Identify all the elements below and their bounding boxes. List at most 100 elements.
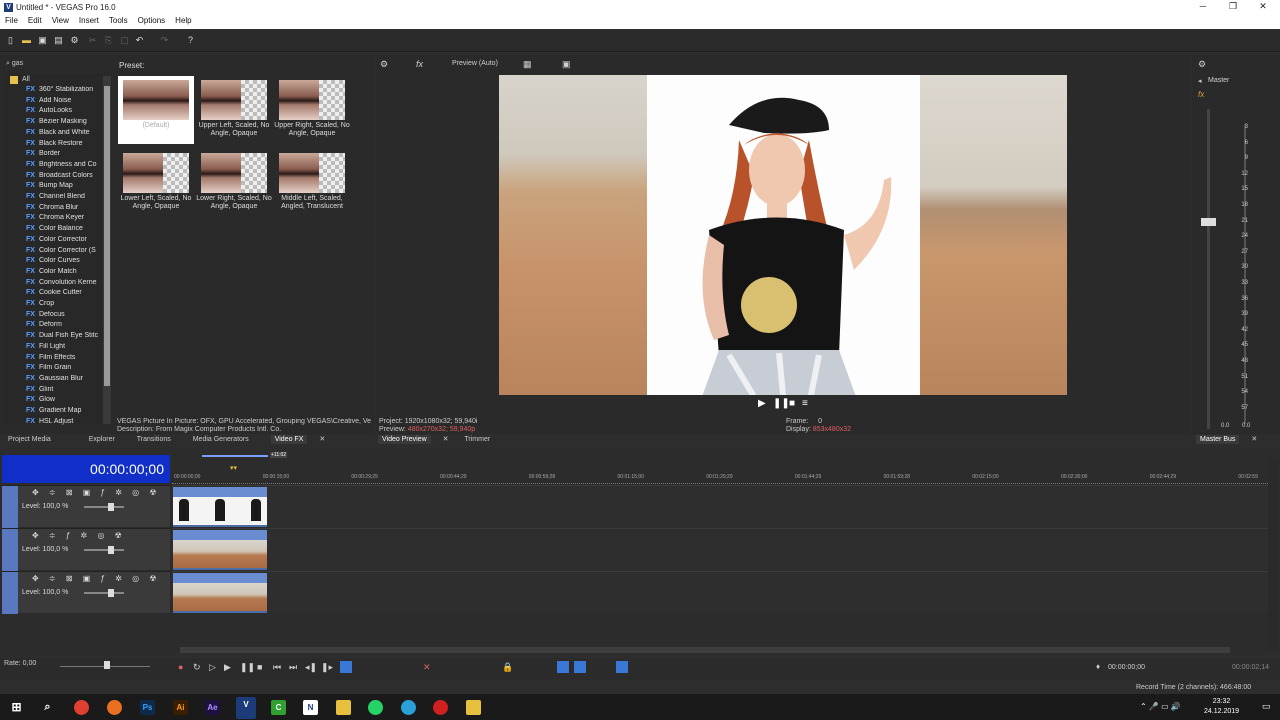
windows-start-icon[interactable]: ⊞ <box>9 700 24 715</box>
clip-header[interactable] <box>173 530 267 540</box>
fx-list-item[interactable]: FX Border <box>26 150 106 160</box>
save-snapshot-icon[interactable]: ▣ <box>562 59 571 70</box>
play-icon[interactable]: ▶ <box>758 398 766 409</box>
redo-icon[interactable]: ↷ <box>160 36 169 45</box>
track-header-3[interactable]: ✥ ≑ ⊠ ▣ ƒ ✲ ◎ ☢ Level: 100,0 % <box>2 571 170 614</box>
fx-list-item[interactable]: FX Defocus <box>26 311 106 321</box>
fx-list-item[interactable]: FX Chroma Keyer <box>26 214 106 224</box>
tab-video-preview[interactable]: Video Preview <box>378 435 431 444</box>
clip-header[interactable] <box>173 487 267 497</box>
preview-settings-icon[interactable]: ⚙ <box>380 59 388 70</box>
telegram-icon[interactable] <box>401 700 416 715</box>
preset-tile[interactable]: Lower Right, Scaled, No Angle, Opaque <box>196 149 272 217</box>
taskbar-clock[interactable]: 23:32 24.12.2019 <box>1204 697 1239 717</box>
fx-list-item[interactable]: FX Black Restore <box>26 140 106 150</box>
snapping-icon[interactable] <box>557 661 569 673</box>
fx-search-input[interactable]: ⌕ gas <box>6 60 106 70</box>
fx-list-item[interactable]: FX Color Corrector <box>26 236 106 246</box>
level-slider[interactable] <box>84 592 124 594</box>
app-green-icon[interactable]: C <box>271 700 286 715</box>
level-slider-knob[interactable] <box>108 589 114 597</box>
app-yellow-icon[interactable] <box>336 700 351 715</box>
save-as-icon[interactable]: ▤ <box>54 36 63 45</box>
video-clip[interactable] <box>173 530 267 570</box>
fx-list-item[interactable]: FX Bézier Masking <box>26 118 106 128</box>
fx-list-item[interactable]: FX Cookie Cutter <box>26 289 106 299</box>
fx-list-item[interactable]: FX Color Balance <box>26 225 106 235</box>
help-cursor-icon[interactable]: ? <box>186 36 195 45</box>
fx-list-item[interactable]: FX Channel Blend <box>26 193 106 203</box>
loop-region-bar[interactable] <box>202 455 268 457</box>
timeline-horizontal-scrollbar[interactable] <box>180 647 1230 653</box>
fx-list-item[interactable]: FX Color Match <box>26 268 106 278</box>
open-folder-icon[interactable]: ▬ <box>22 36 31 45</box>
overlays-grid-icon[interactable]: ▦ <box>523 59 532 70</box>
illustrator-icon[interactable]: Ai <box>173 700 188 715</box>
cut-icon[interactable]: ✂ <box>88 36 97 45</box>
fx-list-item[interactable]: FX Glint <box>26 386 106 396</box>
recorder-icon[interactable] <box>433 700 448 715</box>
copy-icon[interactable]: ⎘ <box>104 36 113 45</box>
track-lane-2[interactable] <box>172 528 1268 570</box>
track-lane-1[interactable] <box>172 485 1268 527</box>
delete-icon[interactable]: ✕ <box>423 662 431 673</box>
fx-list-item[interactable]: FX Bump Map <box>26 182 106 192</box>
master-settings-icon[interactable]: ⚙ <box>1198 59 1206 70</box>
normal-edit-tool-icon[interactable] <box>340 661 352 673</box>
track-header-1[interactable]: ✥ ≑ ⊠ ▣ ƒ ✲ ◎ ☢ Level: 100,0 % <box>2 485 170 528</box>
marker-flag-icon[interactable]: ▾▾ <box>230 464 237 472</box>
loop-icon[interactable]: ↻ <box>193 662 201 673</box>
video-clip[interactable] <box>173 573 267 613</box>
menu-help[interactable]: Help <box>170 15 196 26</box>
fx-list-item[interactable]: FX Gaussian Blur <box>26 375 106 385</box>
level-slider[interactable] <box>84 549 124 551</box>
tab-media-generators[interactable]: Media Generators <box>193 436 249 443</box>
restore-button[interactable]: ❐ <box>1218 1 1248 13</box>
preset-tile[interactable]: Middle Left, Scaled, Angled, Translucent <box>274 149 350 217</box>
fx-list-item[interactable]: FX Glow <box>26 396 106 406</box>
pause-icon[interactable]: ❚❚ <box>773 398 790 409</box>
close-tab-icon[interactable]: ✕ <box>319 436 325 443</box>
fx-list-item[interactable]: FX HSL Adjust <box>26 418 106 428</box>
chrome-icon[interactable] <box>74 700 89 715</box>
timeline-timecode[interactable]: 00:00:00;00 <box>2 455 170 483</box>
lock-icon[interactable]: 🔒 <box>502 662 513 673</box>
undo-icon[interactable]: ↶ <box>135 36 144 45</box>
fx-list-item[interactable]: FX Color Corrector (S <box>26 247 106 257</box>
level-slider-knob[interactable] <box>108 546 114 554</box>
auto-crossfade-icon[interactable] <box>574 661 586 673</box>
level-slider[interactable] <box>84 506 124 508</box>
track-controls-icons[interactable]: ✥ ≑ ⊠ ▣ ƒ ✲ ◎ ☢ <box>32 488 161 497</box>
fx-icon[interactable]: fx <box>416 59 423 69</box>
app-white-icon[interactable]: N <box>303 700 318 715</box>
notifications-icon[interactable]: ▭ <box>1262 701 1272 713</box>
photoshop-icon[interactable]: Ps <box>140 700 155 715</box>
menu-lines-icon[interactable]: ≡ <box>802 398 808 409</box>
firefox-icon[interactable] <box>107 700 122 715</box>
auto-ripple-icon[interactable] <box>616 661 628 673</box>
level-slider-knob[interactable] <box>108 503 114 511</box>
fx-list-item[interactable]: FX Fill Light <box>26 343 106 353</box>
fx-list-item[interactable]: FX Black and White <box>26 129 106 139</box>
fx-list-item[interactable]: FX Convolution Kerne <box>26 279 106 289</box>
record-icon[interactable]: ● <box>178 662 183 672</box>
video-clip[interactable] <box>173 487 267 527</box>
menu-options[interactable]: Options <box>133 15 171 26</box>
preset-tile[interactable]: Lower Left, Scaled, No Angle, Opaque <box>118 149 194 217</box>
search-icon[interactable]: ⌕ <box>40 700 55 715</box>
save-icon[interactable]: ▣ <box>38 36 47 45</box>
track-header-2[interactable]: ✥ ≑ ƒ ✲ ◎ ☢ Level: 100,0 % <box>2 528 170 571</box>
master-fx-icon[interactable]: fx <box>1198 90 1204 99</box>
tree-root-all[interactable]: All <box>22 76 30 83</box>
pause-icon[interactable]: ❚❚ <box>240 662 255 673</box>
fx-list-item[interactable]: FX Film Effects <box>26 354 106 364</box>
preset-tile[interactable]: (Default) <box>118 76 194 144</box>
fx-list-item[interactable]: FX Deform <box>26 321 106 331</box>
tab-trimmer[interactable]: Trimmer <box>464 436 490 443</box>
fx-list-item[interactable]: FX Film Grain <box>26 364 106 374</box>
menu-file[interactable]: File <box>0 15 23 26</box>
close-window-button[interactable]: ✕ <box>1248 1 1278 13</box>
fx-list-item[interactable]: FX 360° Stabilization <box>26 86 106 96</box>
master-fader-knob[interactable] <box>1201 218 1216 226</box>
after-effects-icon[interactable]: Ae <box>205 700 220 715</box>
